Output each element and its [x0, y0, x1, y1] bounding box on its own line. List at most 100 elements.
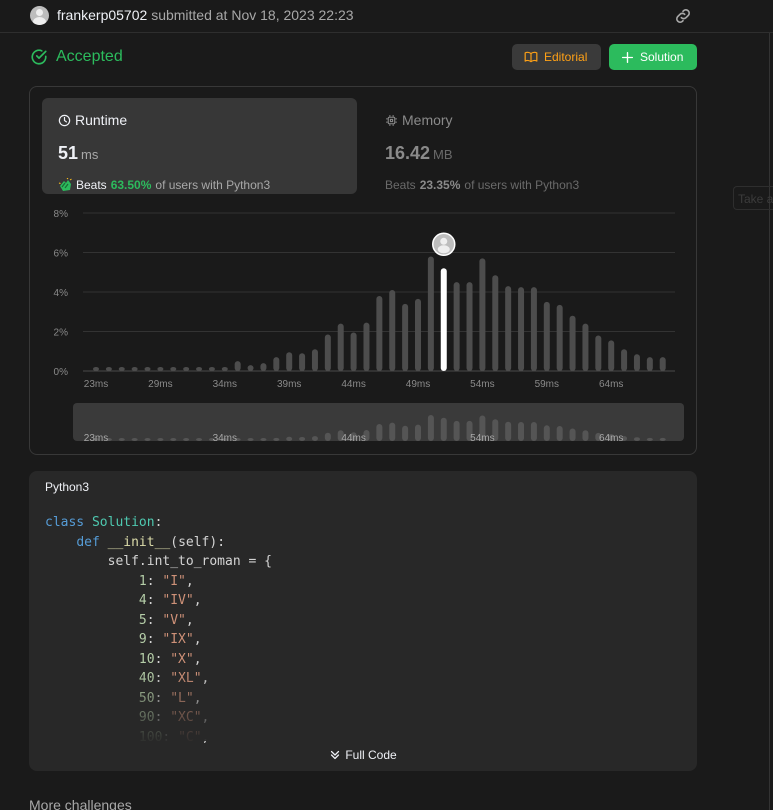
code-token: 9	[138, 632, 147, 647]
chart-bar	[646, 357, 653, 371]
code-fade-overlay	[29, 671, 697, 741]
chart-bar	[466, 282, 473, 371]
chart-bar	[543, 301, 550, 371]
editorial-label: Editorial	[544, 50, 588, 64]
check-circle-icon	[31, 49, 47, 65]
navigator-bar	[543, 425, 550, 441]
code-line: 10: "X",	[45, 650, 272, 670]
y-tick-label: 2%	[54, 328, 69, 339]
post-solution-button[interactable]: Solution	[609, 44, 697, 70]
navigator-bar	[427, 415, 434, 441]
code-token: :	[146, 573, 163, 589]
runtime-distribution-chart[interactable]: 0% 2% 4% 6% 8% 23ms 29ms 34ms 39ms 44ms 49ms 54ms 59…	[30, 87, 698, 456]
editorial-button[interactable]: Editorial	[512, 44, 601, 70]
chart-bar	[105, 367, 112, 371]
code-token: ,	[193, 651, 202, 667]
navigator-bar	[311, 436, 318, 441]
chart-bar	[569, 315, 576, 371]
chart-bar	[350, 332, 357, 371]
navigator-bar	[530, 421, 537, 441]
y-tick-label: 0%	[54, 367, 69, 378]
user-avatar[interactable]	[30, 6, 49, 25]
code-token: 5	[138, 612, 147, 628]
navigator-bar	[518, 421, 525, 441]
x-tick-label: 29ms	[148, 379, 172, 390]
navigator-bar	[646, 437, 653, 441]
username-link[interactable]: frankerp05702	[57, 7, 147, 23]
code-token: 4	[138, 593, 147, 608]
chart-bar	[633, 354, 640, 371]
navigator-tick-label: 54ms	[470, 433, 494, 444]
code-token: "V"	[162, 612, 186, 628]
full-code-label: Full Code	[345, 748, 397, 762]
chart-bar	[196, 367, 203, 371]
navigator-bar	[415, 424, 421, 441]
y-tick-label: 4%	[54, 288, 69, 299]
navigator-bar	[247, 438, 254, 441]
panel-divider	[769, 33, 773, 810]
navigator-bar	[196, 438, 203, 441]
chart-bar	[311, 349, 318, 371]
x-tick-label: 64ms	[599, 379, 623, 390]
performance-panel: Runtime 51 ms Beats 63.50% of users with …	[29, 86, 697, 455]
code-token: :	[146, 632, 163, 647]
code-line: class Solution:	[45, 513, 272, 533]
code-token: ,	[185, 573, 194, 589]
navigator-bar	[144, 438, 151, 441]
code-token: (self):	[170, 534, 226, 550]
navigator-bar	[131, 438, 138, 441]
navigator-bar	[453, 420, 460, 441]
chart-bar	[376, 295, 383, 371]
submitted-time: submitted at Nov 18, 2023 22:23	[151, 7, 354, 23]
chart-bar	[402, 303, 409, 371]
chart-bar	[208, 367, 215, 371]
navigator-bar	[286, 436, 293, 441]
chart-bar	[415, 298, 421, 371]
chevrons-down-icon	[331, 750, 340, 760]
chart-bar	[479, 258, 486, 371]
solution-label: Solution	[640, 50, 684, 64]
code-token: :	[154, 651, 171, 667]
navigator-tick-label: 44ms	[341, 433, 365, 444]
x-tick-label: 49ms	[406, 379, 430, 390]
navigator-bar	[440, 417, 447, 441]
chart-bar	[247, 365, 254, 371]
code-token: ,	[193, 632, 202, 647]
code-token: "IX"	[162, 632, 194, 647]
submission-info: frankerp05702 submitted at Nov 18, 2023 …	[57, 7, 354, 23]
navigator-tick-label: 23ms	[84, 433, 108, 444]
x-tick-label: 44ms	[341, 379, 365, 390]
code-line: self.int_to_roman = {	[45, 552, 272, 572]
chart-bar	[556, 304, 563, 371]
chart-bar	[518, 287, 525, 371]
navigator-bar	[556, 425, 563, 441]
y-tick-label: 8%	[54, 209, 69, 220]
navigator-bar	[582, 430, 589, 441]
chart-bar	[260, 363, 267, 371]
x-tick-label: 23ms	[84, 379, 108, 390]
navigator-bar	[569, 428, 576, 441]
code-line: 4: "IV",	[45, 591, 272, 611]
navigator-bar	[299, 436, 306, 441]
chart-bar	[118, 367, 125, 371]
book-icon	[524, 51, 538, 63]
chart-bar	[157, 367, 164, 371]
x-tick-label: 54ms	[470, 379, 494, 390]
code-token: ,	[185, 612, 194, 628]
code-token: 1	[138, 573, 147, 589]
code-token: def	[76, 534, 100, 550]
share-link-icon[interactable]	[673, 6, 693, 26]
navigator-bar	[505, 421, 512, 441]
code-token: class	[45, 515, 85, 530]
code-token: :	[154, 515, 163, 530]
code-line: def __init__(self):	[45, 533, 272, 553]
chart-bar	[324, 334, 331, 371]
full-code-button[interactable]: Full Code	[29, 748, 697, 762]
navigator-bar	[118, 438, 125, 441]
code-panel: Python3 class Solution: def __init__(sel…	[29, 471, 697, 771]
